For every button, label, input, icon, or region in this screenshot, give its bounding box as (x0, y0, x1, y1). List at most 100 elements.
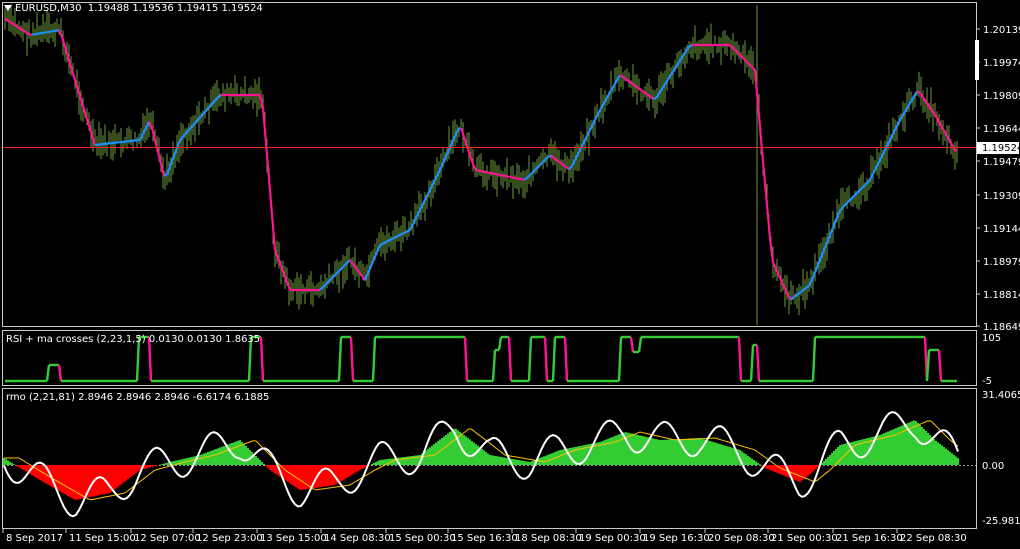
ma-segment (285, 281, 292, 291)
ma-segment (496, 173, 501, 177)
rsi-title: RSI + ma crosses (2,23,1,5) 0.0130 0.013… (6, 334, 261, 345)
rsi-segment (337, 336, 343, 382)
ma-segment (52, 29, 57, 33)
ma-segment (871, 169, 876, 177)
chart-area[interactable]: 1.20139 1.19974 1.19809 1.19644 1.19479 1.193… (0, 0, 1020, 549)
ma-segment (592, 117, 597, 125)
ma-segment (490, 172, 495, 175)
time-axis-label: 19 Sep 16:30 (643, 533, 710, 544)
ma-segment (514, 176, 519, 180)
rsi-segment (527, 336, 533, 382)
time-axis-label: 21 Sep 16:30 (836, 533, 903, 544)
ma-segment (517, 177, 522, 181)
ma-segment (87, 125, 94, 136)
ma-segment (46, 30, 51, 34)
ma-segment (406, 229, 411, 233)
price-scale-label: 1.18814 (983, 290, 1020, 301)
ma-segment (934, 114, 939, 121)
ma-segment (762, 171, 769, 206)
ma-segment (388, 238, 393, 242)
time-axis-label: 12 Sep 23:00 (196, 533, 263, 544)
rsi-segment (259, 336, 265, 382)
ma-segment (385, 239, 390, 243)
ma-segment (264, 142, 271, 179)
time-axis-label: 18 Sep 08:30 (515, 533, 582, 544)
ma-segment (391, 236, 396, 240)
rsi-segment (507, 336, 513, 382)
ma-segment (58, 29, 63, 38)
ma-segment (276, 257, 283, 267)
rsi-segment (925, 349, 931, 382)
dropdown-triangle-icon[interactable] (4, 5, 12, 11)
ma-segment (40, 31, 45, 35)
time-axis-label: 14 Sep 08:30 (324, 533, 391, 544)
ma-segment (31, 33, 36, 36)
rsi-segment (57, 364, 63, 382)
time-axis-label: 20 Sep 08:30 (708, 533, 775, 544)
time-axis-label: 12 Sep 07:00 (134, 533, 201, 544)
ma-segment (484, 170, 489, 174)
time-axis-label: 21 Sep 00:30 (771, 533, 838, 544)
rsi-segment (563, 336, 569, 382)
ma-segment (379, 242, 384, 246)
ma-segment (727, 43, 732, 48)
ma-segment (913, 91, 918, 98)
price-scale-label: 1.19144 (983, 224, 1020, 235)
rsi-segment (755, 344, 761, 382)
ma-segment (841, 204, 846, 209)
ma-segment (270, 214, 277, 251)
ma-segment (682, 50, 687, 57)
rsi-segment (629, 336, 635, 353)
ma-segment (372, 251, 379, 260)
ma-segment (163, 173, 168, 178)
rmo-scale-top: 31.4065 (982, 390, 1020, 401)
ma-segment (337, 268, 342, 273)
ma-segment (751, 66, 756, 71)
ma-segment (478, 169, 483, 173)
price-scale-label: 1.19644 (983, 124, 1020, 135)
rsi-segment (491, 349, 497, 382)
ma-segment (502, 174, 507, 178)
ma-segment (753, 69, 760, 105)
rsi-segment (937, 349, 943, 382)
ma-segment (756, 104, 763, 139)
rsi-segment (463, 336, 469, 382)
ma-segment (925, 101, 930, 107)
price-scale-label: 1.20139 (983, 25, 1020, 36)
time-axis-label: 15 Sep 16:30 (451, 533, 518, 544)
ma-segment (403, 230, 408, 234)
ma-segment (637, 86, 642, 91)
price-scale-label: 1.19974 (983, 58, 1020, 69)
ma-segment (742, 57, 747, 62)
rsi-segment (637, 336, 643, 353)
ma-segment (613, 79, 618, 87)
ma-segment (459, 127, 466, 138)
ma-segment (511, 176, 516, 180)
time-axis-label: 13 Sep 15:00 (260, 533, 327, 544)
symbol-label: EURUSD,M30 (15, 3, 82, 14)
ma-segment (598, 105, 603, 113)
ma-segment (493, 172, 498, 176)
ma-segment (673, 64, 678, 71)
ma-segment (505, 175, 510, 178)
ma-segment (850, 195, 855, 200)
price-scale-label: 1.19309 (983, 191, 1020, 202)
ma-segment (759, 138, 766, 173)
ma-segment (520, 178, 525, 181)
rmo-scale-bottom: -25.9815 (982, 516, 1020, 527)
price-scale-label: 1.18979 (983, 257, 1020, 268)
time-axis-label: 22 Sep 08:30 (900, 533, 967, 544)
main-pane[interactable] (2, 2, 977, 327)
ma-segment (397, 233, 402, 237)
ma-segment (499, 173, 504, 177)
ma-segment (475, 169, 480, 172)
ma-segment (438, 162, 445, 171)
rsi-segment (45, 364, 51, 382)
time-axis-label: 8 Sep 2017 (6, 533, 63, 544)
time-axis-label: 11 Sep 15:00 (69, 533, 136, 544)
ma-segment (43, 31, 48, 34)
rsi-segment (543, 336, 549, 382)
rsi-segment (811, 336, 817, 382)
ma-segment (34, 32, 39, 36)
rmo-histogram (3, 420, 959, 500)
